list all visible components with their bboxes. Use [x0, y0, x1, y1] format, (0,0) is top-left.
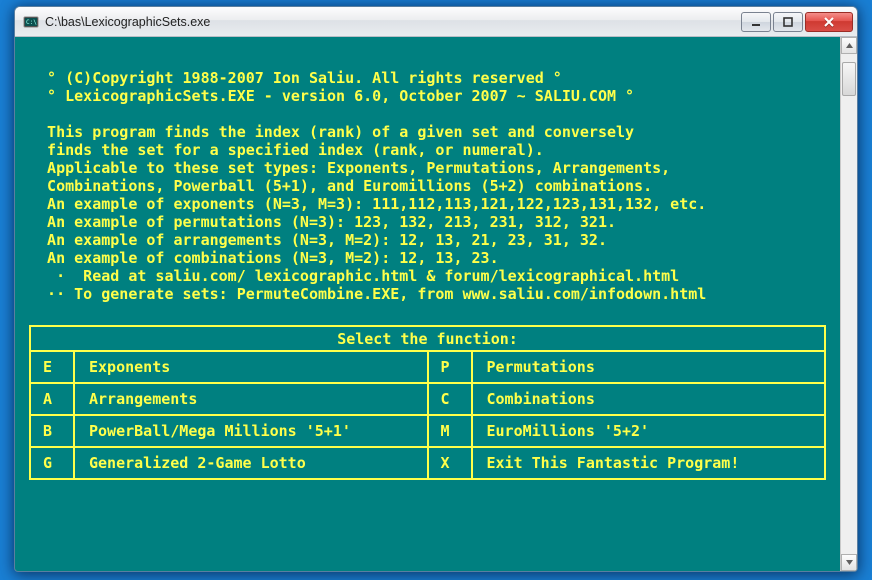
menu-item-label: Generalized 2-Game Lotto: [75, 448, 427, 478]
maximize-button[interactable]: [773, 12, 803, 32]
app-icon: C:\: [23, 14, 39, 30]
menu-item-label: Exponents: [75, 352, 427, 382]
scroll-track[interactable]: [841, 54, 857, 554]
menu-item[interactable]: CCombinations: [429, 384, 825, 416]
menu-column-left: EExponentsAArrangementsBPowerBall/Mega M…: [29, 350, 429, 480]
menu-item-label: PowerBall/Mega Millions '5+1': [75, 416, 427, 446]
menu-column-right: PPermutationsCCombinationsMEuroMillions …: [427, 350, 827, 480]
close-button[interactable]: [805, 12, 853, 32]
minimize-button[interactable]: [741, 12, 771, 32]
window-title: C:\bas\LexicographicSets.exe: [45, 15, 739, 29]
menu-item[interactable]: EExponents: [31, 352, 427, 384]
menu-item[interactable]: PPermutations: [429, 352, 825, 384]
menu-item[interactable]: MEuroMillions '5+2': [429, 416, 825, 448]
menu-item-key: B: [31, 416, 75, 446]
console-text: ° (C)Copyright 1988-2007 Ion Saliu. All …: [29, 69, 834, 303]
menu-item-key: C: [429, 384, 473, 414]
menu-item-key: M: [429, 416, 473, 446]
function-menu: Select the function: EExponentsAArrangem…: [29, 325, 834, 480]
menu-item-key: X: [429, 448, 473, 478]
menu-header-label: Select the function:: [337, 330, 518, 348]
menu-item-label: Permutations: [473, 352, 825, 382]
menu-item-label: Arrangements: [75, 384, 427, 414]
console-area: ° (C)Copyright 1988-2007 Ion Saliu. All …: [15, 37, 857, 571]
menu-item[interactable]: XExit This Fantastic Program!: [429, 448, 825, 478]
menu-header: Select the function:: [29, 325, 826, 350]
menu-item-label: EuroMillions '5+2': [473, 416, 825, 446]
menu-item-key: G: [31, 448, 75, 478]
scroll-down-button[interactable]: [841, 554, 857, 571]
vertical-scrollbar[interactable]: [840, 37, 857, 571]
svg-text:C:\: C:\: [26, 19, 37, 26]
app-window: C:\ C:\bas\LexicographicSets.exe ° (C)Co…: [14, 6, 858, 572]
menu-item-label: Exit This Fantastic Program!: [473, 448, 825, 478]
scroll-thumb[interactable]: [842, 62, 856, 96]
menu-item-key: A: [31, 384, 75, 414]
menu-item-key: P: [429, 352, 473, 382]
menu-item[interactable]: AArrangements: [31, 384, 427, 416]
scroll-up-button[interactable]: [841, 37, 857, 54]
menu-item-label: Combinations: [473, 384, 825, 414]
menu-item-key: E: [31, 352, 75, 382]
console-output: ° (C)Copyright 1988-2007 Ion Saliu. All …: [15, 37, 840, 571]
window-controls: [739, 12, 853, 32]
titlebar[interactable]: C:\ C:\bas\LexicographicSets.exe: [15, 7, 857, 37]
menu-item[interactable]: GGeneralized 2-Game Lotto: [31, 448, 427, 478]
menu-item[interactable]: BPowerBall/Mega Millions '5+1': [31, 416, 427, 448]
